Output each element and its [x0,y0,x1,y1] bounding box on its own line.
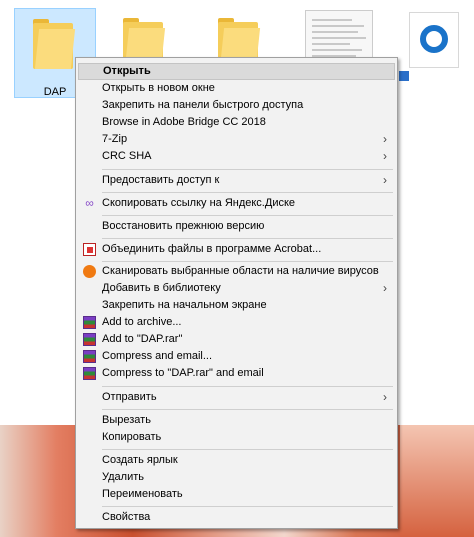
menu-item-label: Add to archive... [102,316,182,328]
menu-item-delete[interactable]: Удалить [78,469,395,486]
menu-item-label: Переименовать [102,488,183,500]
menu-item-rename[interactable]: Переименовать [78,486,395,503]
menu-item-label: Compress and email... [102,350,213,362]
winrar-icon [83,367,96,380]
menu-item-label: Свойства [102,511,151,523]
menu-item-label: Создать ярлык [102,454,178,466]
menu-item-label: Восстановить прежнюю версию [102,220,265,232]
menu-item-label: Предоставить доступ к [102,174,220,186]
menu-item-compress-dap-email[interactable]: Compress to "DAP.rar" and email [78,365,395,382]
menu-separator [102,386,393,387]
menu-item-adobe-bridge[interactable]: Browse in Adobe Bridge CC 2018 [78,114,395,131]
context-menu: Открыть Открыть в новом окне Закрепить н… [75,57,398,529]
avast-icon [83,265,96,278]
menu-separator [102,409,393,410]
menu-separator [102,238,393,239]
menu-item-open-new-window[interactable]: Открыть в новом окне [78,80,395,97]
edge-browser-icon[interactable] [409,12,459,68]
chevron-right-icon: › [383,281,387,295]
menu-item-label: 7-Zip [102,133,128,145]
menu-separator [102,449,393,450]
winrar-icon [83,333,96,346]
menu-separator [102,506,393,507]
winrar-icon [83,350,96,363]
menu-item-share-with[interactable]: Предоставить доступ к › [78,172,395,189]
menu-item-pin-quick-access[interactable]: Закрепить на панели быстрого доступа [78,97,395,114]
menu-item-label: Закрепить на панели быстрого доступа [102,99,304,111]
menu-item-copy[interactable]: Копировать [78,429,395,446]
menu-item-label: Вырезать [102,414,151,426]
menu-item-label: Сканировать выбранные области на наличие… [102,265,379,277]
menu-item-7zip[interactable]: 7-Zip › [78,131,395,148]
menu-item-open[interactable]: Открыть [78,63,395,80]
menu-item-acrobat-combine[interactable]: Объединить файлы в программе Acrobat... [78,241,395,258]
menu-item-cut[interactable]: Вырезать [78,412,395,429]
menu-item-crc-sha[interactable]: CRC SHA › [78,148,395,165]
menu-item-add-to-archive[interactable]: Add to archive... [78,314,395,331]
menu-item-properties[interactable]: Свойства [78,509,395,526]
menu-item-label: Объединить файлы в программе Acrobat... [102,243,322,255]
menu-item-label: Открыть [103,65,151,77]
menu-item-pin-start[interactable]: Закрепить на начальном экране [78,297,395,314]
yandex-link-icon: ∞ [85,196,94,210]
menu-item-label: Compress to "DAP.rar" and email [102,367,264,379]
menu-item-create-shortcut[interactable]: Создать ярлык [78,452,395,469]
chevron-right-icon: › [383,173,387,187]
menu-item-label: Копировать [102,431,162,443]
menu-item-label: Закрепить на начальном экране [102,299,267,311]
menu-item-label: Удалить [102,471,144,483]
menu-item-label: Отправить [102,391,157,403]
menu-item-label: Скопировать ссылку на Яндекс.Диске [102,197,296,209]
menu-item-scan-viruses[interactable]: Сканировать выбранные области на наличие… [78,263,395,280]
menu-separator [102,192,393,193]
chevron-right-icon: › [383,390,387,404]
menu-item-send-to[interactable]: Отправить › [78,389,395,406]
menu-item-label: Add to "DAP.rar" [102,333,183,345]
acrobat-icon [83,243,96,256]
menu-item-label: CRC SHA [102,150,152,162]
menu-item-compress-email[interactable]: Compress and email... [78,348,395,365]
menu-separator [102,215,393,216]
menu-item-restore-version[interactable]: Восстановить прежнюю версию [78,218,395,235]
folder-icon [33,19,76,69]
menu-item-add-to-dap-rar[interactable]: Add to "DAP.rar" [78,331,395,348]
menu-item-label: Добавить в библиотеку [102,282,221,294]
menu-item-yandex-link[interactable]: ∞ Скопировать ссылку на Яндекс.Диске [78,195,395,212]
shortcut-arrow-icon [398,70,410,82]
chevron-right-icon: › [383,132,387,146]
winrar-icon [83,316,96,329]
menu-separator [102,261,393,262]
menu-item-add-to-library[interactable]: Добавить в библиотеку › [78,280,395,297]
menu-item-label: Открыть в новом окне [102,82,215,94]
menu-item-label: Browse in Adobe Bridge CC 2018 [102,116,266,128]
chevron-right-icon: › [383,149,387,163]
menu-separator [102,169,393,170]
